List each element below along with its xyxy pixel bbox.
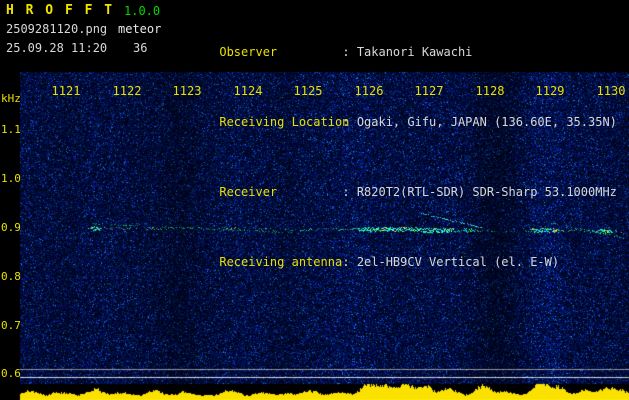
time-tick: 1129 xyxy=(535,84,565,98)
time-tick: 1130 xyxy=(596,84,626,98)
capture-filename: 2509281120.png xyxy=(6,22,108,36)
station-row-observer: Observer: Takanori Kawachi xyxy=(176,31,617,73)
station-label: Receiving Location xyxy=(219,115,350,129)
time-tick: 1125 xyxy=(293,84,323,98)
hrofft-screen: H R O F F T 1.0.0 2509281120.png meteor … xyxy=(0,0,629,400)
time-tick: 1126 xyxy=(354,84,384,98)
separator: : xyxy=(342,115,357,129)
app-title: H R O F F T xyxy=(6,3,115,18)
time-tick: 1121 xyxy=(51,84,81,98)
separator: : xyxy=(342,255,357,269)
station-label: Receiving antenna xyxy=(219,255,343,269)
time-tick: 1122 xyxy=(112,84,142,98)
station-label: Receiver xyxy=(219,185,278,199)
separator: : xyxy=(342,185,357,199)
time-tick: 1124 xyxy=(233,84,263,98)
separator: : xyxy=(342,45,357,59)
capture-mode: meteor xyxy=(118,22,162,36)
station-info: Observer: Takanori Kawachi Receiving Loc… xyxy=(176,3,617,311)
station-row-receiver: Receiver: R820T2(RTL-SDR) SDR-Sharp 53.1… xyxy=(176,171,617,213)
station-value: 2el-HB9CV Vertical (el. E-W) xyxy=(356,255,560,269)
station-row-antenna: Receiving antenna: 2el-HB9CV Vertical (e… xyxy=(176,241,617,283)
capture-datetime: 25.09.28 11:20 xyxy=(6,41,108,55)
time-tick: 1123 xyxy=(172,84,202,98)
frequency-tick: 0.8 xyxy=(1,270,21,283)
station-label: Observer xyxy=(219,45,278,59)
time-tick: 1128 xyxy=(475,84,505,98)
station-value: R820T2(RTL-SDR) SDR-Sharp 53.1000MHz xyxy=(356,185,617,199)
station-row-location: Receiving Location: Ogaki, Gifu, JAPAN (… xyxy=(176,101,617,143)
station-value: Ogaki, Gifu, JAPAN (136.60E, 35.35N) xyxy=(356,115,617,129)
frequency-tick: 0.6 xyxy=(1,367,21,380)
capture-count: 36 xyxy=(133,41,148,55)
frequency-unit-label: kHz xyxy=(1,92,21,105)
frequency-tick: 0.7 xyxy=(1,319,21,332)
frequency-tick: 1.1 xyxy=(1,123,21,136)
app-version: 1.0.0 xyxy=(124,4,161,18)
time-tick: 1127 xyxy=(414,84,444,98)
station-value: Takanori Kawachi xyxy=(356,45,473,59)
frequency-tick: 1.0 xyxy=(1,172,21,185)
frequency-tick: 0.9 xyxy=(1,221,21,234)
